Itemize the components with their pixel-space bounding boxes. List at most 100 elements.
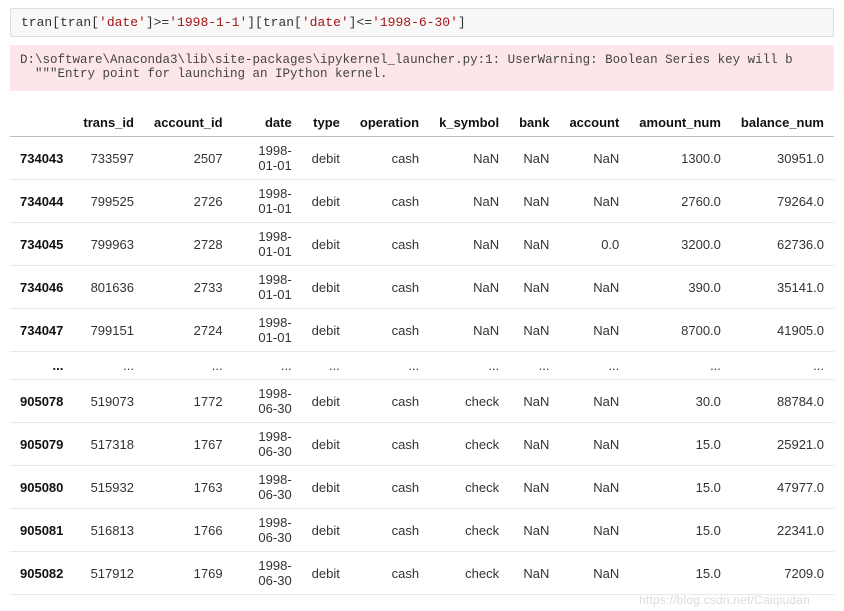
cell: 1300.0	[629, 137, 731, 180]
cell: 1998-01-01	[233, 223, 302, 266]
code-token-string: 'date'	[99, 15, 146, 30]
cell: 7209.0	[731, 552, 834, 595]
cell: 1998-06-30	[233, 423, 302, 466]
table-row: 73404579996327281998-01-01debitcashNaNNa…	[10, 223, 834, 266]
col-head: bank	[509, 109, 559, 137]
row-index: 734045	[10, 223, 73, 266]
cell: ...	[559, 352, 629, 380]
cell: debit	[302, 223, 350, 266]
table-row: 73404779915127241998-01-01debitcashNaNNa…	[10, 309, 834, 352]
cell: 2728	[144, 223, 233, 266]
row-index: 734046	[10, 266, 73, 309]
cell: 799963	[73, 223, 144, 266]
col-head: operation	[350, 109, 429, 137]
cell: 30.0	[629, 380, 731, 423]
col-head: amount_num	[629, 109, 731, 137]
cell: debit	[302, 309, 350, 352]
cell: ...	[233, 352, 302, 380]
cell: NaN	[429, 137, 509, 180]
cell: NaN	[509, 137, 559, 180]
table-row: 90508151681317661998-06-30debitcashcheck…	[10, 509, 834, 552]
cell: ...	[509, 352, 559, 380]
cell: 79264.0	[731, 180, 834, 223]
code-cell: tran[tran['date']>='1998-1-1'][tran['dat…	[10, 8, 834, 37]
cell: 516813	[73, 509, 144, 552]
dataframe-output: trans_id account_id date type operation …	[10, 109, 834, 595]
col-head: account	[559, 109, 629, 137]
col-head: date	[233, 109, 302, 137]
cell: check	[429, 466, 509, 509]
cell: NaN	[509, 509, 559, 552]
cell: 2760.0	[629, 180, 731, 223]
code-token-string: '1998-1-1'	[169, 15, 247, 30]
cell: ...	[144, 352, 233, 380]
row-index: 905080	[10, 466, 73, 509]
code-token: ][tran[	[247, 15, 302, 30]
table-row: 73404373359725071998-01-01debitcashNaNNa…	[10, 137, 834, 180]
table-row: 90508051593217631998-06-30debitcashcheck…	[10, 466, 834, 509]
cell: 1766	[144, 509, 233, 552]
cell: debit	[302, 423, 350, 466]
cell: 1998-01-01	[233, 137, 302, 180]
cell: debit	[302, 137, 350, 180]
col-head: trans_id	[73, 109, 144, 137]
cell: ...	[429, 352, 509, 380]
row-index: 734043	[10, 137, 73, 180]
cell: 1998-01-01	[233, 266, 302, 309]
code-token-string: '1998-6-30'	[372, 15, 458, 30]
warning-output: D:\software\Anaconda3\lib\site-packages\…	[10, 45, 834, 91]
cell: NaN	[559, 552, 629, 595]
col-head: balance_num	[731, 109, 834, 137]
cell: NaN	[559, 380, 629, 423]
cell: check	[429, 380, 509, 423]
cell: 517912	[73, 552, 144, 595]
cell: cash	[350, 266, 429, 309]
cell: NaN	[509, 266, 559, 309]
cell: NaN	[509, 180, 559, 223]
cell: 1998-06-30	[233, 509, 302, 552]
cell: cash	[350, 380, 429, 423]
cell: NaN	[559, 180, 629, 223]
table-row: 90508251791217691998-06-30debitcashcheck…	[10, 552, 834, 595]
cell: NaN	[559, 466, 629, 509]
col-head: account_id	[144, 109, 233, 137]
cell: debit	[302, 509, 350, 552]
cell: cash	[350, 509, 429, 552]
cell: ...	[73, 352, 144, 380]
cell: check	[429, 552, 509, 595]
code-token: ]	[458, 15, 466, 30]
col-head: k_symbol	[429, 109, 509, 137]
cell: NaN	[429, 309, 509, 352]
cell: 1769	[144, 552, 233, 595]
cell: 22341.0	[731, 509, 834, 552]
warning-line: """Entry point for launching an IPython …	[20, 67, 388, 81]
cell: 801636	[73, 266, 144, 309]
cell: 1998-06-30	[233, 466, 302, 509]
cell: 1998-01-01	[233, 309, 302, 352]
row-index: 905078	[10, 380, 73, 423]
cell: 1998-01-01	[233, 180, 302, 223]
cell: ...	[302, 352, 350, 380]
cell: 2733	[144, 266, 233, 309]
cell: 519073	[73, 380, 144, 423]
cell: cash	[350, 137, 429, 180]
cell: 2507	[144, 137, 233, 180]
dataframe-table: trans_id account_id date type operation …	[10, 109, 834, 595]
cell: 515932	[73, 466, 144, 509]
cell: 799525	[73, 180, 144, 223]
cell: 1998-06-30	[233, 552, 302, 595]
warning-line: D:\software\Anaconda3\lib\site-packages\…	[20, 53, 793, 67]
cell: 15.0	[629, 509, 731, 552]
cell: ...	[629, 352, 731, 380]
cell: NaN	[509, 552, 559, 595]
cell: 390.0	[629, 266, 731, 309]
cell: NaN	[509, 309, 559, 352]
row-index: 905079	[10, 423, 73, 466]
table-row: 90507951731817671998-06-30debitcashcheck…	[10, 423, 834, 466]
code-token: tran[tran[	[21, 15, 99, 30]
cell: 15.0	[629, 423, 731, 466]
cell: 799151	[73, 309, 144, 352]
cell: 2724	[144, 309, 233, 352]
row-index: 905081	[10, 509, 73, 552]
code-token-string: 'date'	[302, 15, 349, 30]
